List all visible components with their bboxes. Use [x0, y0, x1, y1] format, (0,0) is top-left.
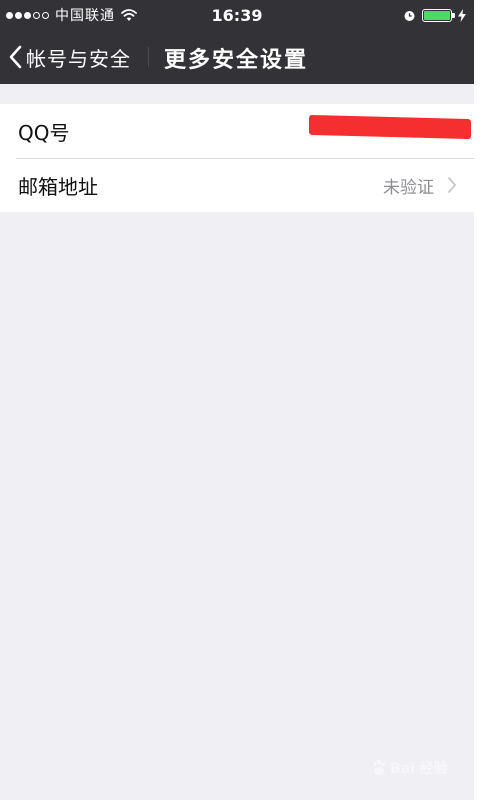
battery-fill: [424, 10, 450, 20]
back-button-label: 帐号与安全: [26, 46, 131, 71]
qq-number-label: QQ号: [18, 120, 70, 145]
page-title: 更多安全设置: [164, 48, 309, 73]
email-status-value: 未验证: [383, 177, 434, 198]
navigation-bar: 帐号与安全 更多安全设置: [0, 30, 474, 84]
alarm-icon: [404, 10, 415, 21]
right-gutter: [474, 0, 483, 800]
watermark-text: Bai 经验: [390, 761, 448, 777]
chevron-left-icon: [9, 45, 22, 69]
baidu-paw-icon: [373, 760, 385, 775]
qq-number-row[interactable]: QQ号: [0, 104, 474, 158]
settings-list: QQ号 邮箱地址 未验证: [0, 104, 474, 212]
email-address-row[interactable]: 邮箱地址 未验证: [0, 158, 474, 212]
status-right: [403, 7, 466, 23]
battery-icon: [422, 8, 455, 22]
chevron-right-icon: [448, 177, 456, 193]
status-bar: 中国联通 16:39: [0, 0, 474, 30]
watermark: Bai 经验: [370, 753, 465, 783]
battery-tip: [452, 12, 455, 18]
charging-bolt-icon: [458, 8, 466, 22]
email-address-label: 邮箱地址: [18, 174, 98, 199]
nav-divider: [148, 47, 149, 67]
screen: 中国联通 16:39 帐号与安全 更多安全设置 QQ号 邮箱地址 未验证 Bai…: [0, 0, 474, 800]
redaction-mark: [309, 114, 471, 140]
back-button[interactable]: 帐号与安全: [8, 40, 131, 74]
